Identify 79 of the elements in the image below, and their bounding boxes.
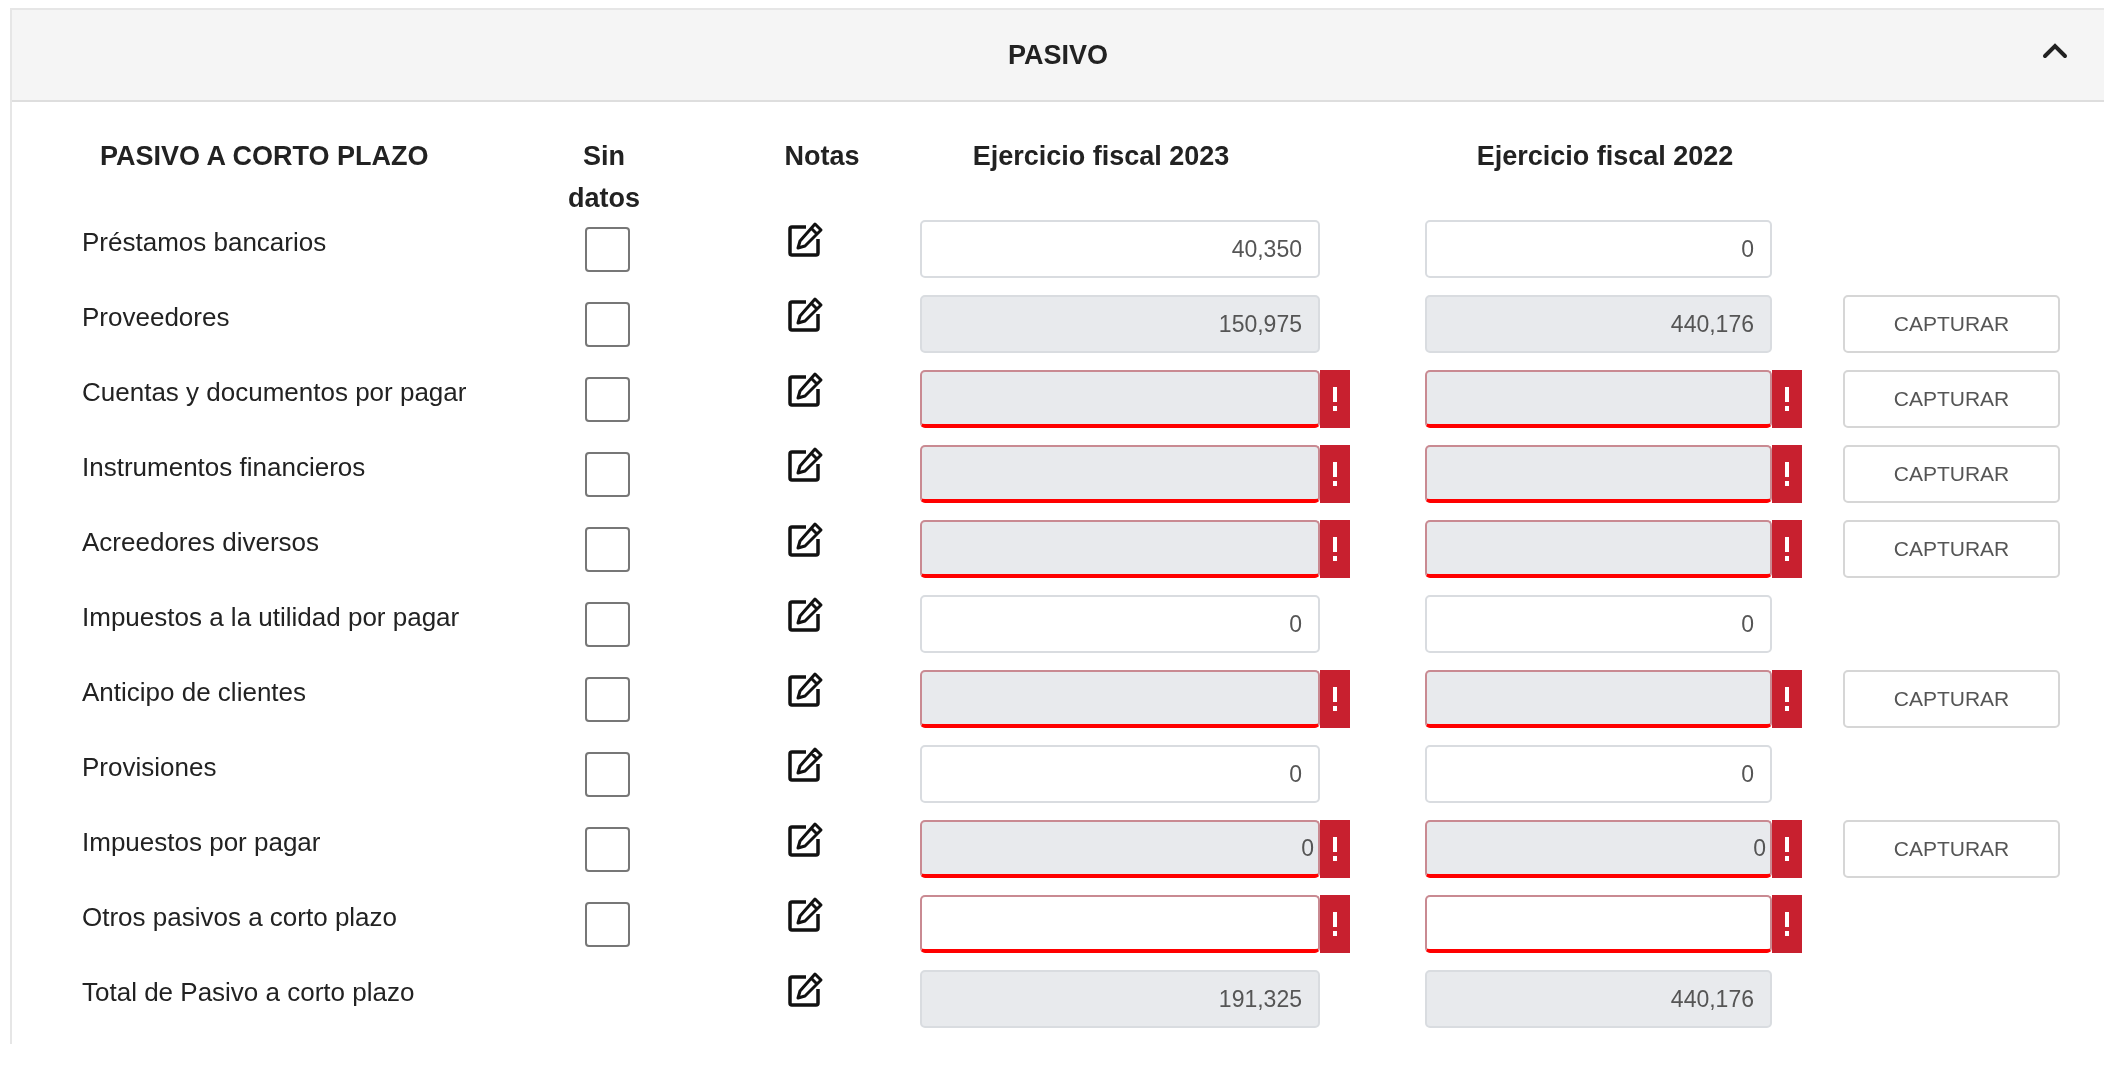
checkbox[interactable] (585, 827, 630, 872)
column-header: Sin datos (567, 140, 641, 215)
warning-icon (1772, 895, 1802, 953)
capture-button[interactable]: CAPTURAR (1843, 520, 2060, 578)
row-label: Otros pasivos a corto plazo (82, 901, 399, 934)
warning-icon (1772, 445, 1802, 503)
amount-field[interactable] (1425, 895, 1772, 953)
row-label: Total de Pasivo a corto plazo (82, 976, 416, 1009)
amount-field[interactable]: 0 (1425, 595, 1772, 653)
amount-field[interactable]: 0 (920, 820, 1320, 878)
amount-field[interactable]: 150,975 (920, 295, 1320, 353)
checkbox[interactable] (585, 902, 630, 947)
edit-icon[interactable] (786, 296, 824, 334)
warning-icon (1320, 520, 1350, 578)
capture-button[interactable]: CAPTURAR (1843, 670, 2060, 728)
row-label: Anticipo de clientes (82, 676, 308, 709)
checkbox[interactable] (585, 452, 630, 497)
amount-field[interactable] (920, 370, 1320, 428)
panel-header[interactable]: PASIVO (12, 10, 2104, 102)
edit-icon[interactable] (786, 896, 824, 934)
warning-icon (1320, 370, 1350, 428)
amount-field[interactable]: 0 (1425, 820, 1772, 878)
amount-field[interactable] (920, 670, 1320, 728)
row-label: Préstamos bancarios (82, 226, 328, 259)
amount-field[interactable]: 440,176 (1425, 970, 1772, 1028)
edit-icon[interactable] (786, 596, 824, 634)
amount-field[interactable] (920, 895, 1320, 953)
warning-icon (1320, 445, 1350, 503)
amount-field[interactable] (920, 445, 1320, 503)
amount-field[interactable]: 0 (920, 595, 1320, 653)
warning-icon (1320, 670, 1350, 728)
row-label: Impuestos por pagar (82, 826, 322, 859)
edit-icon[interactable] (786, 221, 824, 259)
warning-icon (1320, 895, 1350, 953)
checkbox[interactable] (585, 677, 630, 722)
checkbox[interactable] (585, 527, 630, 572)
checkbox[interactable] (585, 377, 630, 422)
amount-field[interactable]: 40,350 (920, 220, 1320, 278)
edit-icon[interactable] (786, 371, 824, 409)
warning-icon (1772, 820, 1802, 878)
capture-button[interactable]: CAPTURAR (1843, 295, 2060, 353)
column-header: Ejercicio fiscal 2023 (971, 140, 1231, 173)
capture-button[interactable]: CAPTURAR (1843, 445, 2060, 503)
column-header: Ejercicio fiscal 2022 (1475, 140, 1735, 173)
amount-field[interactable]: 0 (1425, 220, 1772, 278)
row-label: Cuentas y documentos por pagar (82, 376, 468, 409)
checkbox[interactable] (585, 302, 630, 347)
checkbox[interactable] (585, 227, 630, 272)
amount-field[interactable]: 0 (1425, 745, 1772, 803)
edit-icon[interactable] (786, 671, 824, 709)
edit-icon[interactable] (786, 746, 824, 784)
amount-field[interactable] (1425, 370, 1772, 428)
capture-button[interactable]: CAPTURAR (1843, 370, 2060, 428)
edit-icon[interactable] (786, 446, 824, 484)
row-label: Instrumentos financieros (82, 451, 367, 484)
amount-field[interactable]: 0 (920, 745, 1320, 803)
amount-field[interactable]: 191,325 (920, 970, 1320, 1028)
edit-icon[interactable] (786, 971, 824, 1009)
edit-icon[interactable] (786, 821, 824, 859)
section-heading: PASIVO A CORTO PLAZO (100, 141, 429, 171)
row-label: Provisiones (82, 751, 218, 784)
row-label: Proveedores (82, 301, 231, 334)
warning-icon (1772, 370, 1802, 428)
panel-title: PASIVO (1008, 39, 1108, 71)
warning-icon (1320, 820, 1350, 878)
amount-field[interactable] (1425, 445, 1772, 503)
capture-button[interactable]: CAPTURAR (1843, 820, 2060, 878)
checkbox[interactable] (585, 602, 630, 647)
warning-icon (1772, 520, 1802, 578)
amount-field[interactable] (920, 520, 1320, 578)
row-label: Acreedores diversos (82, 526, 320, 559)
checkbox[interactable] (585, 752, 630, 797)
amount-field[interactable]: 440,176 (1425, 295, 1772, 353)
row-label: Impuestos a la utilidad por pagar (82, 601, 461, 634)
edit-icon[interactable] (786, 521, 824, 559)
amount-field[interactable] (1425, 520, 1772, 578)
column-header: Notas (783, 140, 861, 173)
warning-icon (1772, 670, 1802, 728)
amount-field[interactable] (1425, 670, 1772, 728)
